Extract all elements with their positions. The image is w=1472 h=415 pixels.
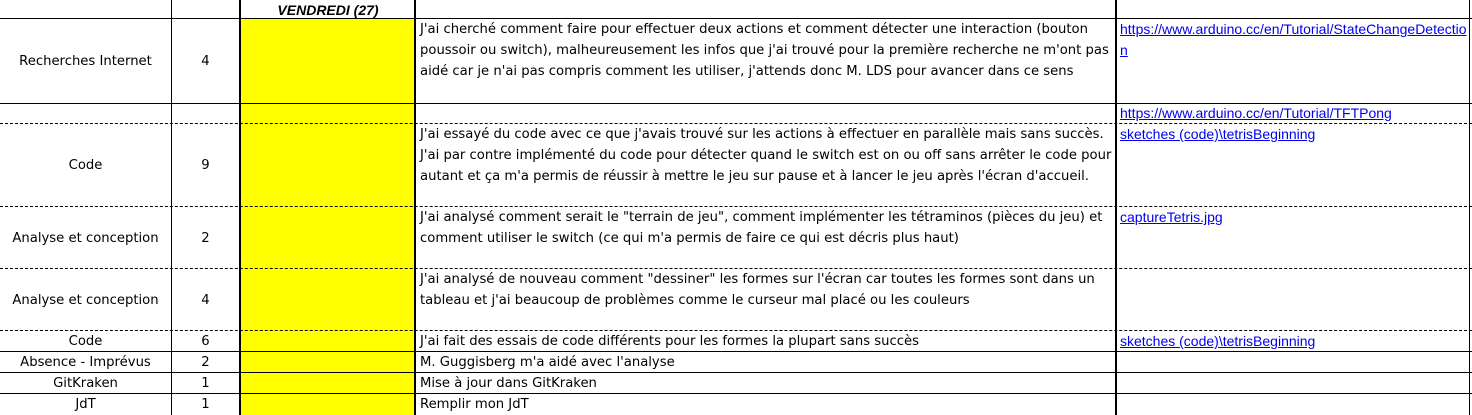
description-cell[interactable]: J'ai fait des essais de code différents … xyxy=(416,331,1116,352)
header-task-cell[interactable] xyxy=(0,0,171,19)
day-cell[interactable] xyxy=(241,373,415,394)
hours-cell[interactable]: 2 xyxy=(171,352,240,373)
column-divider xyxy=(1469,0,1470,415)
hours-cell[interactable]: 2 xyxy=(171,207,240,269)
row-divider xyxy=(0,393,1472,394)
reference-link[interactable] xyxy=(1117,352,1472,373)
column-divider xyxy=(1115,0,1117,415)
reference-link[interactable] xyxy=(1117,373,1472,394)
description-cell[interactable]: J'ai analysé de nouveau comment "dessine… xyxy=(416,269,1116,331)
task-cell[interactable]: Analyse et conception xyxy=(0,207,171,269)
task-cell[interactable]: Analyse et conception xyxy=(0,269,171,331)
task-cell[interactable]: Absence - Imprévus xyxy=(0,352,171,373)
column-divider xyxy=(414,0,416,415)
day-cell[interactable] xyxy=(241,394,415,415)
row-divider xyxy=(0,103,1472,104)
day-cell[interactable] xyxy=(241,269,415,331)
day-cell[interactable] xyxy=(241,207,415,269)
description-cell[interactable]: J'ai analysé comment serait le "terrain … xyxy=(416,207,1116,269)
reference-link[interactable]: https://www.arduino.cc/en/Tutorial/State… xyxy=(1117,19,1472,103)
row-divider xyxy=(0,18,1472,19)
day-cell[interactable] xyxy=(241,103,415,124)
task-cell[interactable] xyxy=(0,103,171,124)
column-divider xyxy=(171,0,172,415)
reference-link[interactable]: https://www.arduino.cc/en/Tutorial/TFTPo… xyxy=(1117,103,1472,124)
reference-link[interactable]: captureTetris.jpg xyxy=(1117,207,1472,269)
row-divider xyxy=(0,268,1472,269)
hours-cell[interactable]: 1 xyxy=(171,394,240,415)
description-cell[interactable]: J'ai cherché comment faire pour effectue… xyxy=(416,19,1116,103)
task-cell[interactable]: Recherches Internet xyxy=(0,19,171,103)
spreadsheet: VENDREDI (27) Recherches Internet 4 J'ai… xyxy=(0,0,1472,415)
task-cell[interactable]: GitKraken xyxy=(0,373,171,394)
day-cell[interactable] xyxy=(241,19,415,103)
day-cell[interactable] xyxy=(241,124,415,207)
reference-link[interactable]: sketches (code)\tetrisBeginning xyxy=(1117,331,1472,352)
hours-cell[interactable]: 4 xyxy=(171,269,240,331)
task-cell[interactable]: Code xyxy=(0,331,171,352)
hours-cell[interactable]: 1 xyxy=(171,373,240,394)
task-cell[interactable]: Code xyxy=(0,124,171,207)
day-header: VENDREDI (27) xyxy=(277,1,379,18)
description-cell[interactable]: Mise à jour dans GitKraken xyxy=(416,373,1116,394)
reference-link[interactable]: sketches (code)\tetrisBeginning xyxy=(1117,124,1472,207)
description-cell[interactable]: Remplir mon JdT xyxy=(416,394,1116,415)
description-cell[interactable]: J'ai essayé du code avec ce que j'avais … xyxy=(416,124,1116,207)
day-cell[interactable] xyxy=(241,352,415,373)
day-cell[interactable] xyxy=(241,331,415,352)
row-divider xyxy=(0,330,1472,331)
row-divider xyxy=(0,372,1472,373)
column-divider xyxy=(239,0,241,415)
hours-cell[interactable] xyxy=(171,103,240,124)
reference-link[interactable] xyxy=(1117,269,1472,331)
reference-link[interactable] xyxy=(1117,394,1472,415)
row-divider xyxy=(0,351,1472,352)
task-cell[interactable]: JdT xyxy=(0,394,171,415)
row-divider xyxy=(0,123,1472,124)
hours-cell[interactable]: 6 xyxy=(171,331,240,352)
hours-cell[interactable]: 4 xyxy=(171,19,240,103)
header-hours-cell[interactable] xyxy=(171,0,240,19)
description-cell[interactable]: M. Guggisberg m'a aidé avec l'analyse xyxy=(416,352,1116,373)
row-divider xyxy=(0,206,1472,207)
hours-cell[interactable]: 9 xyxy=(171,124,240,207)
description-cell[interactable] xyxy=(416,103,1116,124)
